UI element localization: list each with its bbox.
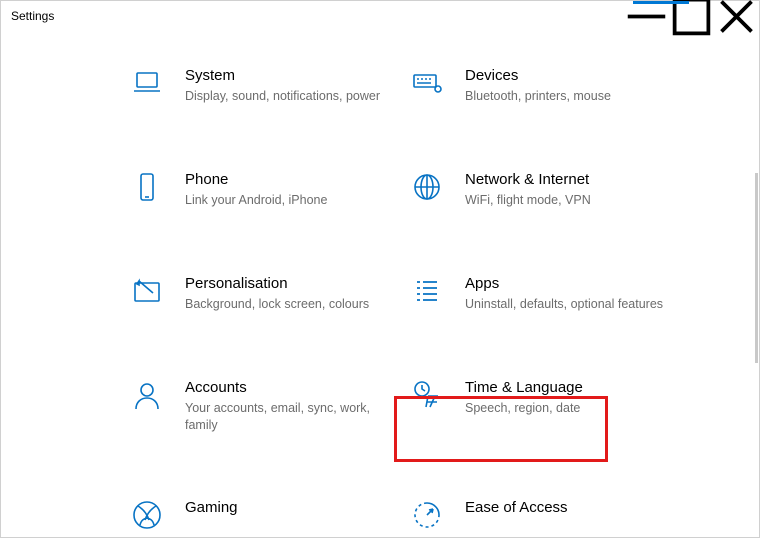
xbox-icon [131, 499, 163, 534]
category-subtitle: Speech, region, date [465, 400, 671, 417]
category-title: Phone [185, 171, 391, 189]
minimize-button[interactable] [624, 1, 669, 31]
list-icon [411, 275, 443, 310]
category-title: Apps [465, 275, 671, 293]
minimize-icon [624, 0, 669, 39]
category-title: Time & Language [465, 379, 671, 397]
category-time-language[interactable]: Time & Language Speech, region, date [409, 373, 689, 440]
category-system[interactable]: System Display, sound, notifications, po… [129, 61, 409, 111]
category-title: Network & Internet [465, 171, 671, 189]
settings-content: System Display, sound, notifications, po… [1, 61, 759, 537]
paintbrush-icon [131, 275, 163, 310]
close-button[interactable] [714, 1, 759, 31]
titlebar: Settings [1, 1, 759, 31]
category-title: Devices [465, 67, 671, 85]
category-devices[interactable]: Devices Bluetooth, printers, mouse [409, 61, 689, 111]
category-gaming[interactable]: Gaming [129, 493, 409, 537]
category-title: Gaming [185, 499, 391, 517]
category-ease-of-access[interactable]: Ease of Access [409, 493, 689, 537]
category-apps[interactable]: Apps Uninstall, defaults, optional featu… [409, 269, 689, 319]
globe-icon [411, 171, 443, 206]
ease-of-access-icon [411, 499, 443, 534]
person-icon [131, 379, 163, 414]
category-subtitle: Bluetooth, printers, mouse [465, 88, 671, 105]
settings-grid: System Display, sound, notifications, po… [129, 61, 759, 537]
accent-strip [633, 1, 689, 4]
category-title: Personalisation [185, 275, 391, 293]
category-accounts[interactable]: Accounts Your accounts, email, sync, wor… [129, 373, 409, 440]
category-title: System [185, 67, 391, 85]
time-language-icon [411, 379, 443, 414]
category-subtitle: WiFi, flight mode, VPN [465, 192, 671, 209]
category-network[interactable]: Network & Internet WiFi, flight mode, VP… [409, 165, 689, 215]
category-title: Ease of Access [465, 499, 671, 517]
settings-window: Settings System Di [0, 0, 760, 538]
maximize-button[interactable] [669, 1, 714, 31]
close-icon [714, 0, 759, 39]
category-personalisation[interactable]: Personalisation Background, lock screen,… [129, 269, 409, 319]
category-subtitle: Display, sound, notifications, power [185, 88, 391, 105]
maximize-icon [669, 0, 714, 39]
phone-icon [131, 171, 163, 206]
category-subtitle: Your accounts, email, sync, work, family [185, 400, 391, 434]
category-subtitle: Uninstall, defaults, optional features [465, 296, 671, 313]
keyboard-icon [411, 67, 443, 102]
window-title: Settings [11, 9, 54, 23]
category-subtitle: Link your Android, iPhone [185, 192, 391, 209]
category-subtitle: Background, lock screen, colours [185, 296, 391, 313]
category-phone[interactable]: Phone Link your Android, iPhone [129, 165, 409, 215]
laptop-icon [131, 67, 163, 102]
category-title: Accounts [185, 379, 391, 397]
